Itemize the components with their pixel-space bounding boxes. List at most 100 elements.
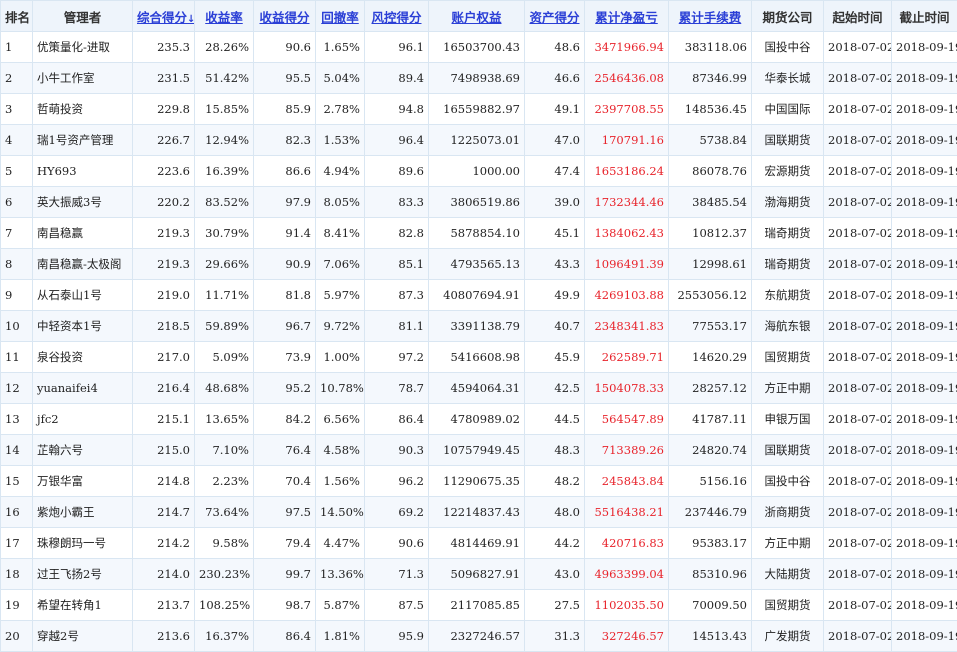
table-row: 16紫炮小霸王214.773.64%97.514.50%69.212214837… bbox=[1, 497, 957, 528]
manager-name-link[interactable]: 优策量化-进取 bbox=[33, 32, 133, 63]
start-date-cell: 2018-07-02 bbox=[824, 94, 892, 125]
rank-cell: 12 bbox=[1, 373, 33, 404]
end-date-cell: 2018-09-19 bbox=[892, 497, 957, 528]
table-row: 12yuanaifei4216.448.68%95.210.78%78.7459… bbox=[1, 373, 957, 404]
return-rate-cell: 73.64% bbox=[195, 497, 254, 528]
asset-score-cell: 49.1 bbox=[525, 94, 585, 125]
net-pnl-cell: 2397708.55 bbox=[585, 94, 669, 125]
table-row: 10中轻资本1号218.559.89%96.79.72%81.13391138.… bbox=[1, 311, 957, 342]
table-row: 5HY693223.616.39%86.64.94%89.61000.0047.… bbox=[1, 156, 957, 187]
equity-cell: 12214837.43 bbox=[429, 497, 525, 528]
manager-name-link[interactable]: HY693 bbox=[33, 156, 133, 187]
header-return-score[interactable]: 收益得分 bbox=[254, 1, 316, 32]
futures-company-cell: 中国国际 bbox=[752, 94, 824, 125]
manager-name-link[interactable]: 哲萌投资 bbox=[33, 94, 133, 125]
sort-equity-link[interactable]: 账户权益 bbox=[451, 10, 501, 25]
header-manager: 管理者 bbox=[33, 1, 133, 32]
end-date-cell: 2018-09-19 bbox=[892, 280, 957, 311]
header-net-pnl[interactable]: 累计净盈亏 bbox=[585, 1, 669, 32]
asset-score-cell: 45.9 bbox=[525, 342, 585, 373]
futures-company-cell: 东航期货 bbox=[752, 280, 824, 311]
composite-score-cell: 220.2 bbox=[133, 187, 195, 218]
header-fees[interactable]: 累计手续费 bbox=[669, 1, 752, 32]
sort-return-score-link[interactable]: 收益得分 bbox=[259, 10, 309, 25]
sort-fees-link[interactable]: 累计手续费 bbox=[679, 10, 742, 25]
equity-cell: 4594064.31 bbox=[429, 373, 525, 404]
manager-name-link[interactable]: yuanaifei4 bbox=[33, 373, 133, 404]
sort-net-pnl-link[interactable]: 累计净盈亏 bbox=[595, 10, 658, 25]
return-score-cell: 91.4 bbox=[254, 218, 316, 249]
header-return-rate[interactable]: 收益率 bbox=[195, 1, 254, 32]
start-date-cell: 2018-07-02 bbox=[824, 249, 892, 280]
start-date-cell: 2018-07-02 bbox=[824, 466, 892, 497]
futures-company-cell: 海航东银 bbox=[752, 311, 824, 342]
start-date-cell: 2018-07-02 bbox=[824, 435, 892, 466]
asset-score-cell: 48.3 bbox=[525, 435, 585, 466]
risk-score-cell: 87.5 bbox=[365, 590, 429, 621]
table-row: 14芷翰六号215.07.10%76.44.58%90.310757949.45… bbox=[1, 435, 957, 466]
return-score-cell: 95.5 bbox=[254, 63, 316, 94]
manager-name-link[interactable]: 万银华富 bbox=[33, 466, 133, 497]
header-equity[interactable]: 账户权益 bbox=[429, 1, 525, 32]
manager-name-link[interactable]: 从石泰山1号 bbox=[33, 280, 133, 311]
equity-cell: 3806519.86 bbox=[429, 187, 525, 218]
composite-score-cell: 219.3 bbox=[133, 249, 195, 280]
manager-name-link[interactable]: 小牛工作室 bbox=[33, 63, 133, 94]
rank-cell: 2 bbox=[1, 63, 33, 94]
risk-score-cell: 94.8 bbox=[365, 94, 429, 125]
asset-score-cell: 47.4 bbox=[525, 156, 585, 187]
sort-drawdown-link[interactable]: 回撤率 bbox=[321, 10, 359, 25]
manager-name-link[interactable]: 泉谷投资 bbox=[33, 342, 133, 373]
manager-name-link[interactable]: 过王飞扬2号 bbox=[33, 559, 133, 590]
manager-name-link[interactable]: 瑞1号资产管理 bbox=[33, 125, 133, 156]
composite-score-cell: 223.6 bbox=[133, 156, 195, 187]
manager-name-link[interactable]: 芷翰六号 bbox=[33, 435, 133, 466]
rank-cell: 16 bbox=[1, 497, 33, 528]
futures-company-cell: 方正中期 bbox=[752, 373, 824, 404]
equity-cell: 10757949.45 bbox=[429, 435, 525, 466]
equity-cell: 1225073.01 bbox=[429, 125, 525, 156]
sort-risk-score-link[interactable]: 风控得分 bbox=[371, 10, 421, 25]
end-date-cell: 2018-09-19 bbox=[892, 156, 957, 187]
manager-name-link[interactable]: 紫炮小霸王 bbox=[33, 497, 133, 528]
rank-cell: 19 bbox=[1, 590, 33, 621]
futures-company-cell: 国贸期货 bbox=[752, 590, 824, 621]
ranking-table: 排名 管理者 综合得分↓ 收益率 收益得分 回撤率 风控得分 账户权益 资产得分… bbox=[0, 0, 957, 652]
rank-cell: 18 bbox=[1, 559, 33, 590]
drawdown-cell: 2.78% bbox=[316, 94, 365, 125]
net-pnl-cell: 170791.16 bbox=[585, 125, 669, 156]
futures-company-cell: 瑞奇期货 bbox=[752, 249, 824, 280]
header-drawdown[interactable]: 回撤率 bbox=[316, 1, 365, 32]
header-asset-score[interactable]: 资产得分 bbox=[525, 1, 585, 32]
drawdown-cell: 14.50% bbox=[316, 497, 365, 528]
header-risk-score[interactable]: 风控得分 bbox=[365, 1, 429, 32]
sort-return-rate-link[interactable]: 收益率 bbox=[205, 10, 243, 25]
futures-company-cell: 浙商期货 bbox=[752, 497, 824, 528]
fees-cell: 87346.99 bbox=[669, 63, 752, 94]
manager-name-link[interactable]: 珠穆朗玛一号 bbox=[33, 528, 133, 559]
return-score-cell: 98.7 bbox=[254, 590, 316, 621]
manager-name-link[interactable]: 英大振威3号 bbox=[33, 187, 133, 218]
table-row: 3哲萌投资229.815.85%85.92.78%94.816559882.97… bbox=[1, 94, 957, 125]
futures-company-cell: 国贸期货 bbox=[752, 342, 824, 373]
header-composite-score[interactable]: 综合得分↓ bbox=[133, 1, 195, 32]
manager-name-link[interactable]: 南昌稳赢-太极阁 bbox=[33, 249, 133, 280]
asset-score-cell: 48.2 bbox=[525, 466, 585, 497]
manager-name-link[interactable]: 希望在转角1 bbox=[33, 590, 133, 621]
manager-name-link[interactable]: jfc2 bbox=[33, 404, 133, 435]
sort-composite-score-link[interactable]: 综合得分 bbox=[137, 10, 187, 25]
equity-cell: 11290675.35 bbox=[429, 466, 525, 497]
start-date-cell: 2018-07-02 bbox=[824, 32, 892, 63]
risk-score-cell: 96.1 bbox=[365, 32, 429, 63]
asset-score-cell: 39.0 bbox=[525, 187, 585, 218]
table-row: 17珠穆朗玛一号214.29.58%79.44.47%90.64814469.9… bbox=[1, 528, 957, 559]
equity-cell: 1000.00 bbox=[429, 156, 525, 187]
asset-score-cell: 42.5 bbox=[525, 373, 585, 404]
manager-name-link[interactable]: 中轻资本1号 bbox=[33, 311, 133, 342]
futures-company-cell: 大陆期货 bbox=[752, 559, 824, 590]
manager-name-link[interactable]: 南昌稳赢 bbox=[33, 218, 133, 249]
sort-asset-score-link[interactable]: 资产得分 bbox=[529, 10, 579, 25]
composite-score-cell: 219.3 bbox=[133, 218, 195, 249]
end-date-cell: 2018-09-19 bbox=[892, 32, 957, 63]
header-end-time: 截止时间 bbox=[892, 1, 957, 32]
